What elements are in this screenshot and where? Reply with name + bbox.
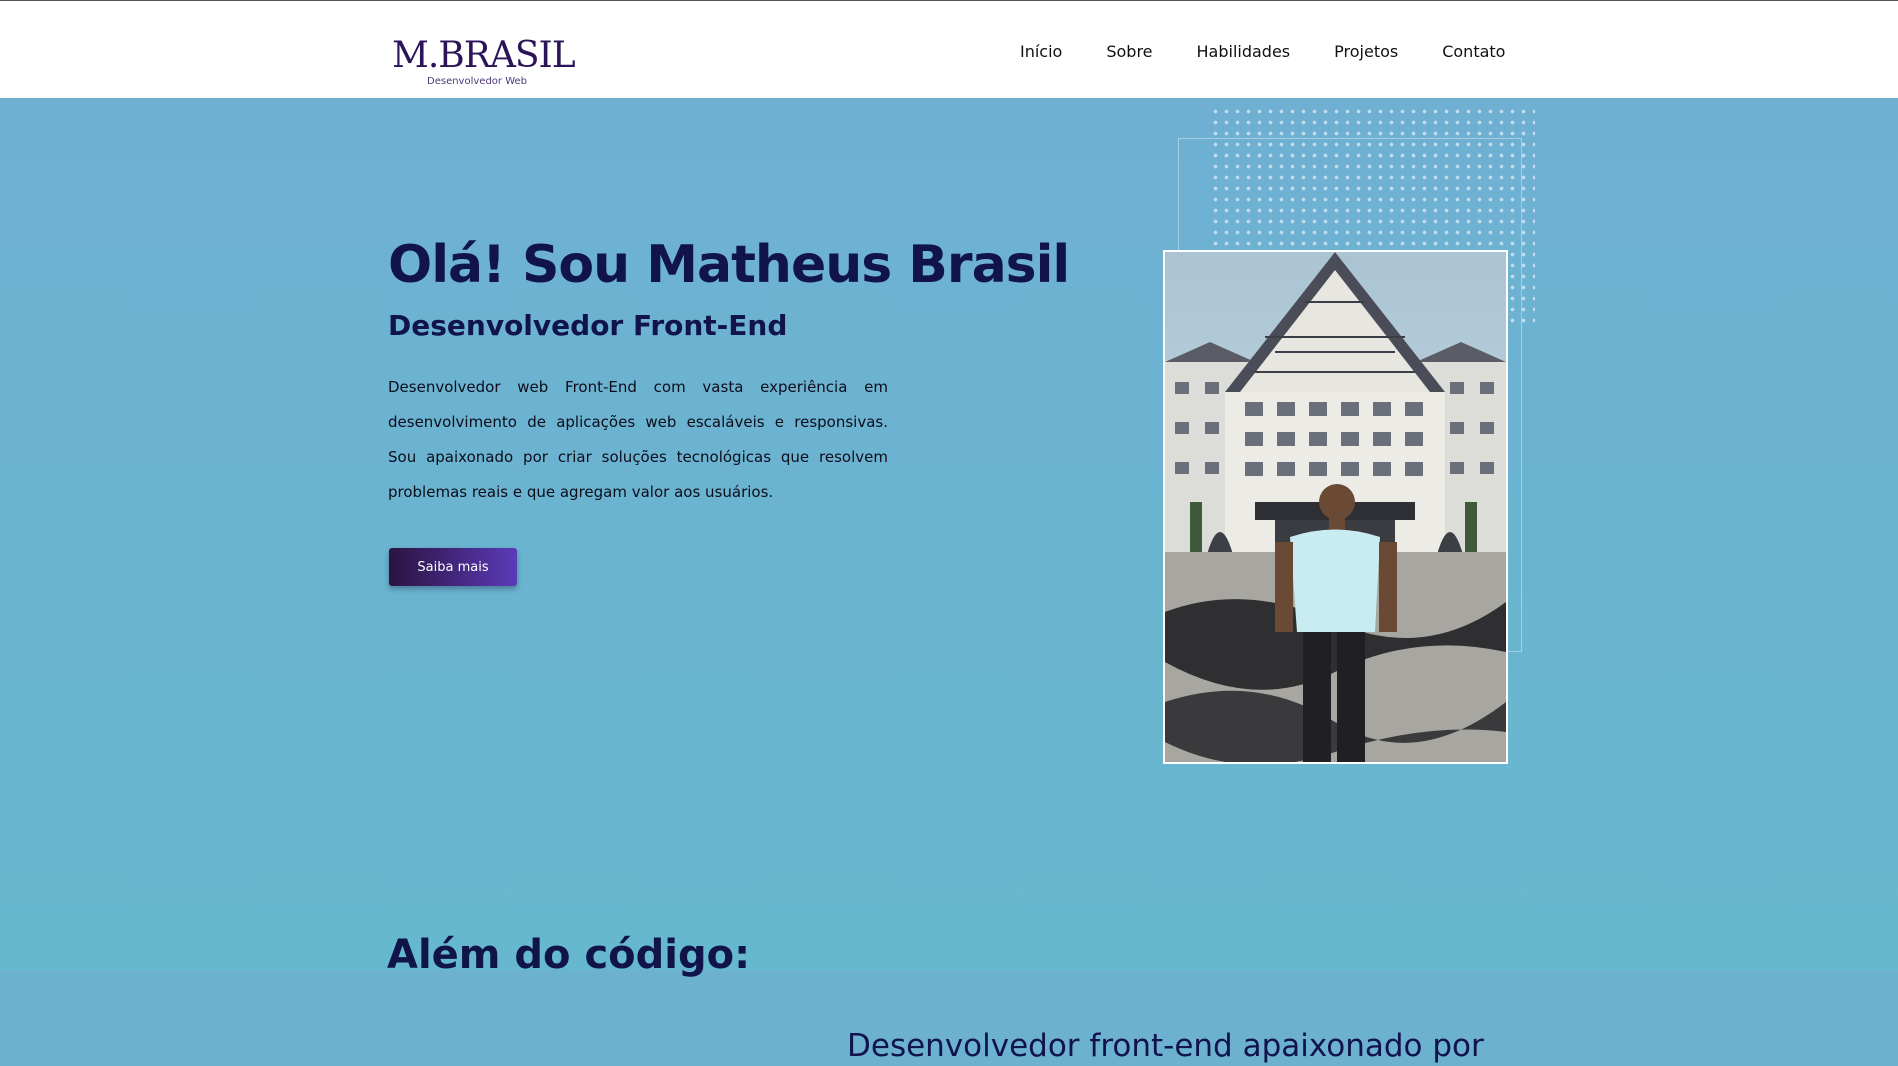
- site-header: M.BRASIL Desenvolvedor Web Início Sobre …: [0, 1, 1898, 98]
- main-nav: Início Sobre Habilidades Projetos Contat…: [1020, 42, 1505, 62]
- nav-habilidades[interactable]: Habilidades: [1197, 42, 1291, 62]
- hero-section: Olá! Sou Matheus Brasil Desenvolvedor Fr…: [0, 98, 1898, 1064]
- nav-contato[interactable]: Contato: [1442, 42, 1505, 62]
- nav-projetos[interactable]: Projetos: [1334, 42, 1398, 62]
- about-text: Desenvolvedor front-end apaixonado por: [847, 1028, 1484, 1064]
- hero-description: Desenvolvedor web Front-End com vasta ex…: [388, 378, 888, 501]
- hero-subtitle: Desenvolvedor Front-End: [388, 309, 788, 342]
- about-title: Além do código:: [387, 932, 751, 978]
- profile-photo: [1163, 250, 1508, 764]
- logo[interactable]: M.BRASIL Desenvolvedor Web: [392, 35, 576, 91]
- profile-photo-illustration: [1165, 252, 1506, 762]
- hero-title: Olá! Sou Matheus Brasil: [388, 235, 1070, 295]
- nav-inicio[interactable]: Início: [1020, 42, 1062, 62]
- nav-sobre[interactable]: Sobre: [1106, 42, 1152, 62]
- logo-name: M.BRASIL: [392, 35, 576, 76]
- saiba-mais-button[interactable]: Saiba mais: [389, 548, 517, 586]
- logo-tagline: Desenvolvedor Web: [427, 76, 527, 87]
